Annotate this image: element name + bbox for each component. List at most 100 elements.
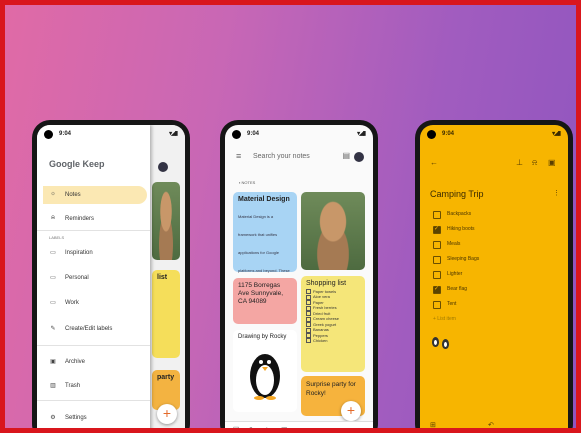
checklist-item[interactable]: Meals [433,239,533,252]
checkbox[interactable] [433,301,441,309]
nav-label: Create/Edit labels [65,326,113,332]
nav-item-trash[interactable]: ▥ Trash [43,377,147,395]
checklist-item[interactable]: Lighter [433,269,533,282]
pencil-icon: ✎ [50,326,56,332]
checklist-item[interactable]: Tent [433,299,533,312]
nav-label: Reminders [65,216,95,222]
nav-item-notes[interactable]: ☼ Notes [43,186,147,204]
nav-label: Notes [65,192,81,198]
nav-label: Work [65,300,79,306]
camera-cutout [232,130,241,139]
checkbox-checked[interactable] [433,225,441,234]
checklist-item[interactable]: Hiking boots [433,224,533,237]
note-card-address[interactable]: 1175 Borregas Ave Sunnyvale, CA 94089 [233,278,297,324]
nav-item-inspiration[interactable]: ▭ Inspiration [43,244,147,262]
nav-label: Inspiration [65,250,93,256]
note-card-shopping-list[interactable]: Shopping list Paper towels Aloe vera Pap… [301,276,365,372]
signal-battery-icon: ▾◢▮ [552,131,561,137]
status-bar: 9:04 [37,125,150,143]
checklist-label: Lighter [447,271,463,277]
nav-item-personal[interactable]: ▭ Personal [43,269,147,287]
nav-item-settings[interactable]: ⚙ Settings [43,409,147,427]
nav-label: Settings [65,415,87,421]
add-box-icon[interactable]: ⊞ [430,421,436,428]
archive-icon[interactable]: ▣ [548,158,556,167]
label-icon: ▭ [50,300,56,306]
checkbox[interactable] [433,271,441,279]
more-options-icon[interactable]: ⋮ [553,189,560,197]
lightbulb-icon: ☼ [50,191,56,197]
nav-item-reminders[interactable]: ⍾ Reminders [43,210,147,228]
reminder-icon[interactable]: ⍾ [532,158,537,168]
pin-icon[interactable]: ⊥ [516,158,523,167]
behind-list-label: list [157,274,168,281]
new-note-fab[interactable]: + [157,404,177,424]
checkbox[interactable] [433,241,441,249]
checklist-item[interactable]: Bear flag [433,284,533,297]
label-icon: ▭ [50,250,56,256]
dog-photo [152,182,180,260]
checklist-label: Hiking boots [447,226,475,232]
checklist-label: Backpacks [447,211,472,217]
dog-photo-note[interactable] [301,192,365,270]
nav-item-archive[interactable]: ▣ Archive [43,353,147,371]
notes-label: NOTES [241,180,256,185]
checklist-label: Paper towels [313,289,337,294]
clock: 9:04 [442,131,455,137]
penguin-drawing[interactable] [442,339,449,349]
checklist-label: Aloe vera [313,294,330,300]
checklist-item[interactable]: Chicken [306,337,360,344]
note-card-list[interactable]: list [152,270,180,358]
behind-party-label: party [157,374,175,381]
checklist-item[interactable]: Backpacks [433,209,533,222]
undo-icon[interactable]: ↶ [488,421,494,428]
note-title[interactable]: Camping Trip [430,189,484,199]
phone-drawer: list party + 9:04 Google Keep ☼ Notes ⍾ … [32,120,190,428]
new-note-fab[interactable]: + [341,401,361,421]
search-placeholder: Search your notes [253,153,310,160]
checklist-label: Greek yogurt [313,321,337,327]
brush-icon[interactable]: ✎ [249,426,255,428]
status-bar: 9:04 ▾◢▮ [420,125,568,143]
add-item-label: + List item [433,316,456,322]
checklist-label: Paper [313,299,324,305]
nav-item-work[interactable]: ▭ Work [43,294,147,312]
avatar[interactable] [354,152,364,162]
image-icon[interactable]: ▨ [281,426,288,428]
checklist-label: Sleeping Bags [447,256,480,262]
status-bar: 9:04 ▾◢▮ [225,125,373,143]
view-toggle-icon[interactable]: ▤ [342,151,350,160]
note-card-drawing[interactable]: Drawing by Rocky [233,330,297,412]
phone-screen: 9:04 ▾◢▮ ← ⊥ ⍾ ▣ Camping Trip ⋮ Backpack… [420,125,568,428]
penguin-drawing[interactable] [432,337,439,347]
checkbox[interactable] [433,211,441,219]
note-text: Surprise party for Rocky! [306,381,356,397]
note-title: Material Design [238,196,290,203]
back-arrow-icon[interactable]: ← [430,158,438,167]
phone-notes-grid: 9:04 ▾◢▮ ≡ Search your notes ▤ ▪ NOTES M… [220,120,378,428]
camera-cutout [44,130,53,139]
camera-cutout [427,130,436,139]
checkbox[interactable] [433,256,441,264]
checkbox-checked[interactable] [433,285,441,294]
bell-icon: ⍾ [51,215,55,221]
note-card-material-design[interactable]: Material Design Material Design is a fra… [233,192,297,309]
avatar[interactable] [158,162,168,172]
note-title: Drawing by Rocky [238,334,287,340]
checklist-label: Chicken [313,337,328,343]
notes-section-label: ▪ NOTES [239,180,256,185]
google-keep-logo: Google Keep [49,159,105,169]
nav-label: Trash [65,383,81,389]
checkbox-icon[interactable]: ☑ [233,426,239,428]
checklist-item[interactable]: Sleeping Bags [433,254,533,267]
phone-screen: list party + 9:04 Google Keep ☼ Notes ⍾ … [37,125,185,428]
search-bar[interactable]: ≡ Search your notes ▤ [232,149,366,165]
menu-icon[interactable]: ≡ [236,151,241,161]
bottom-app-bar: ☑ ✎ ♪ ▨ [225,421,373,428]
divider [37,230,150,231]
nav-item-create-labels[interactable]: ✎ Create/Edit labels [43,320,147,338]
note-text: 1175 Borregas Ave Sunnyvale, CA 94089 [238,282,284,305]
label-icon: ▭ [50,275,56,281]
mic-icon[interactable]: ♪ [265,426,269,428]
add-list-item[interactable]: + List item [433,314,533,327]
